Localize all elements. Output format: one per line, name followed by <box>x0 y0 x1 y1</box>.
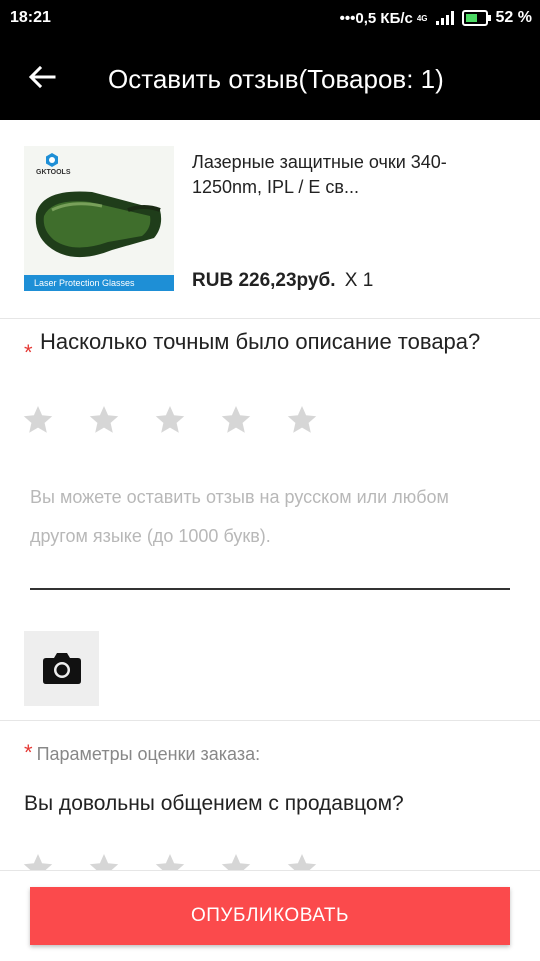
product-name[interactable]: Лазерные защитные очки 340-1250nm, IPL /… <box>192 150 492 200</box>
bottom-bar: ОПУБЛИКОВАТЬ <box>0 870 540 961</box>
camera-icon <box>43 653 81 684</box>
required-mark: * <box>24 340 33 365</box>
product-price: RUB 226,23руб. <box>192 270 336 291</box>
star-icon[interactable] <box>154 404 186 436</box>
accuracy-rating <box>22 404 318 436</box>
order-params-label: * Параметры оценки заказа: <box>24 740 261 765</box>
seller-communication-question: Вы довольны общением с продавцом? <box>24 792 404 815</box>
glasses-icon <box>35 191 162 258</box>
status-time: 18:21 <box>10 9 51 26</box>
star-icon[interactable] <box>220 404 252 436</box>
star-icon[interactable] <box>88 404 120 436</box>
accuracy-question-text: Насколько точным было описание товара? <box>40 329 481 354</box>
battery-icon <box>461 10 491 26</box>
signal-icon <box>435 11 454 25</box>
status-indicators: •••0,5 КБ/с 4G 52 % <box>340 9 532 27</box>
app-bar: Оставить отзыв(Товаров: 1) <box>0 36 540 120</box>
review-input[interactable]: Вы можете оставить отзыв на русском или … <box>30 478 510 590</box>
product-image-caption: Laser Protection Glasses <box>24 275 174 291</box>
status-bar: 18:21 •••0,5 КБ/с 4G 52 % <box>0 0 540 36</box>
publish-button[interactable]: ОПУБЛИКОВАТЬ <box>30 887 510 945</box>
star-icon[interactable] <box>286 404 318 436</box>
star-icon[interactable] <box>22 404 54 436</box>
page-title: Оставить отзыв(Товаров: 1) <box>108 64 444 94</box>
add-photo-button[interactable] <box>24 631 99 706</box>
battery-level: 52 % <box>495 9 532 26</box>
product-image[interactable]: GKTOOLS Laser Protection Glasses <box>24 146 174 291</box>
required-mark: * <box>24 740 33 765</box>
network-speed: •••0,5 КБ/с <box>339 9 413 27</box>
brand-logo: GKTOOLS <box>36 152 70 176</box>
section-divider <box>0 720 540 721</box>
product-price-line: RUB 226,23руб. X 1 <box>192 270 373 292</box>
back-arrow-icon[interactable] <box>26 61 58 93</box>
product-quantity: X 1 <box>344 270 374 291</box>
product-card: GKTOOLS Laser Protection Glasses Лазерны… <box>0 120 540 319</box>
network-type: 4G <box>416 13 428 23</box>
